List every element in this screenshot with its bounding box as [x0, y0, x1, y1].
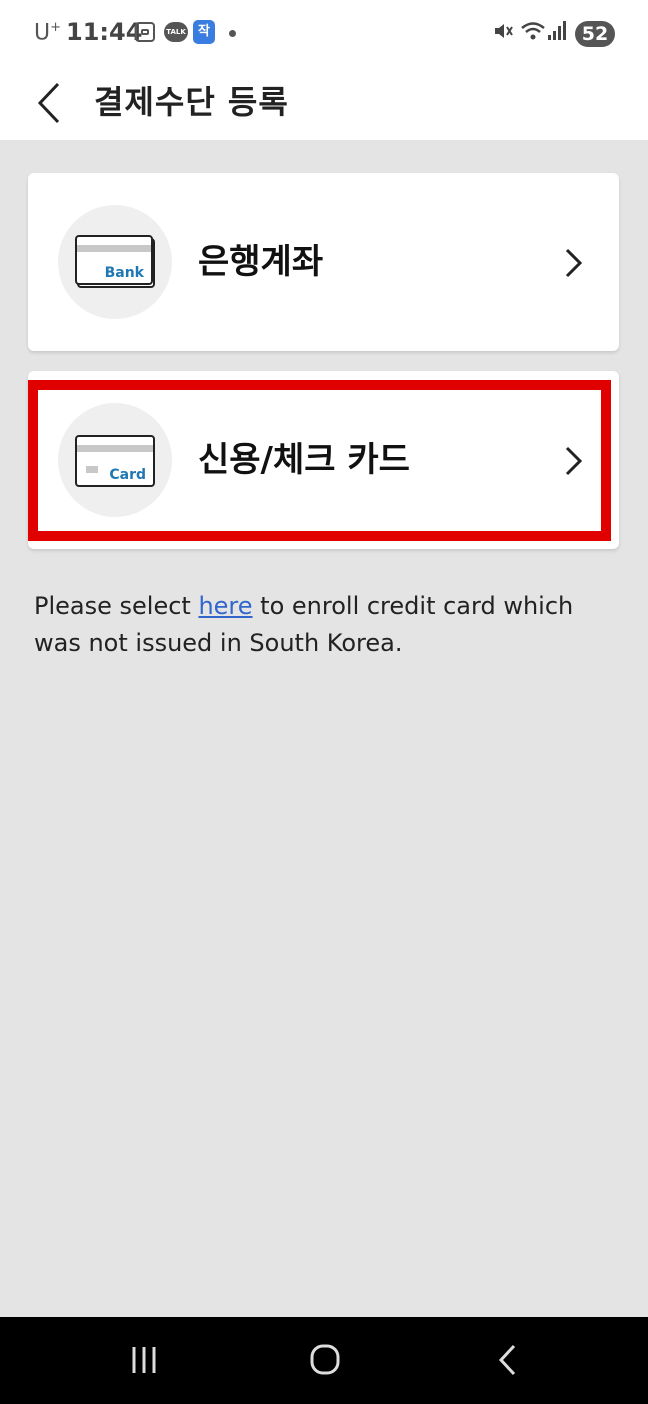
status-bar: U+ 11:44 TALK 작 52 [0, 0, 648, 68]
signal-icon [548, 20, 568, 40]
bank-icon-circle: Bank [58, 205, 172, 319]
chevron-right-icon [565, 248, 583, 278]
here-link[interactable]: here [198, 592, 252, 620]
page-title: 결제수단 등록 [94, 83, 289, 121]
credit-card-icon: Card [75, 435, 155, 487]
clock: 11:44 [66, 18, 143, 46]
carrier-label: U+ [34, 20, 62, 46]
talk-icon: TALK [164, 22, 188, 42]
scan-icon [135, 22, 155, 42]
chevron-right-icon [565, 446, 583, 476]
bank-card-icon: Bank [75, 235, 155, 288]
back-arrow-icon [37, 82, 60, 124]
mute-icon [492, 20, 514, 47]
wifi-icon [520, 20, 546, 47]
credit-check-card-option[interactable]: Card 신용/체크 카드 [28, 371, 619, 549]
recent-apps-button[interactable] [128, 1343, 162, 1381]
battery-icon: 52 [575, 21, 615, 47]
bank-account-option[interactable]: Bank 은행계좌 [28, 173, 619, 351]
card-icon-circle: Card [58, 403, 172, 517]
foreign-card-notice: Please select here to enroll credit card… [34, 588, 614, 662]
notice-prefix: Please select [34, 592, 199, 620]
system-back-button[interactable] [492, 1343, 526, 1381]
recent-apps-icon [132, 1347, 156, 1373]
card-icon-text: Card [109, 467, 146, 483]
home-button[interactable] [307, 1343, 343, 1381]
more-notifications-dot-icon [229, 30, 236, 37]
bank-account-label: 은행계좌 [198, 242, 324, 282]
bank-icon-text: Bank [105, 265, 145, 281]
back-button[interactable] [30, 78, 74, 128]
app-notification-icon: 작 [193, 20, 215, 44]
app-header: 결제수단 등록 [0, 68, 648, 140]
credit-check-card-label: 신용/체크 카드 [198, 440, 410, 480]
system-navigation-bar [0, 1317, 648, 1404]
system-back-icon [498, 1344, 516, 1376]
home-icon [310, 1344, 340, 1375]
